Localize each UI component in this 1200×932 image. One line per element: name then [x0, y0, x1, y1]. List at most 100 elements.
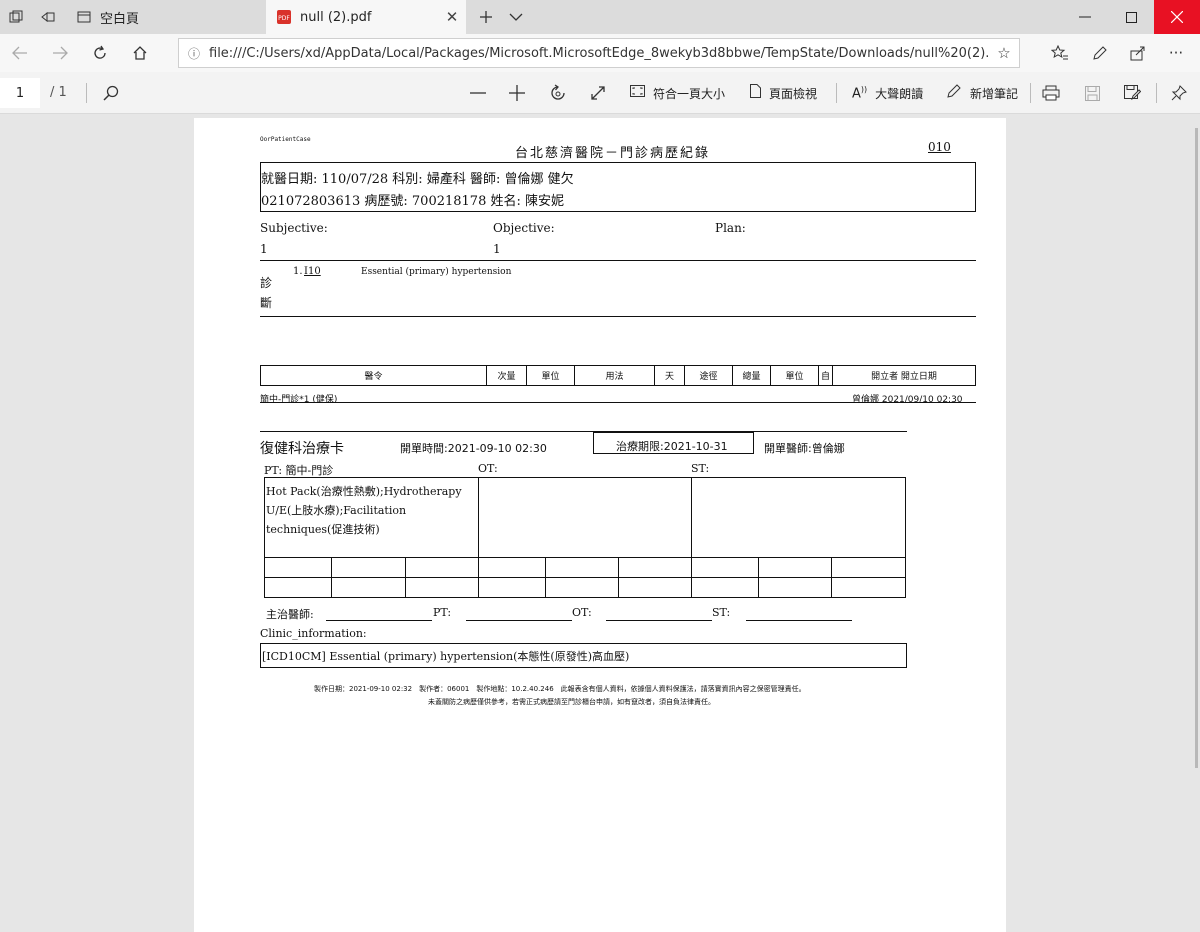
diagnosis-label-1: 診	[260, 276, 273, 290]
fit-page-icon	[630, 85, 645, 101]
more-icon[interactable]: ···	[1160, 37, 1192, 69]
attending-doctor-label: 主治醫師:	[266, 608, 314, 621]
order-header-cell: 開立者 開立日期	[871, 372, 937, 382]
order-table-header: 醫令 次量 單位 用法 天 途徑 總量 單位 自 開立者 開立日期	[260, 365, 976, 386]
pdf-icon: PDF	[276, 9, 292, 25]
divider	[758, 557, 759, 598]
document-title: 台北慈濟醫院－門診病歷紀錄	[515, 146, 711, 161]
order-header-cell: 自	[819, 366, 833, 385]
blank-page-icon	[76, 9, 92, 25]
rehab-card-title: 復健科治療卡	[260, 441, 344, 457]
close-window-icon[interactable]	[1154, 0, 1200, 34]
rotate-icon[interactable]	[543, 78, 573, 108]
order-header-cell: 醫令	[261, 366, 487, 385]
divider	[831, 557, 832, 598]
tab-bar: 空白頁 PDF null (2).pdf ✕	[0, 0, 1200, 34]
web-note-icon[interactable]	[1084, 37, 1116, 69]
maximize-icon[interactable]	[1108, 0, 1154, 34]
minimize-icon[interactable]	[1062, 0, 1108, 34]
fullscreen-icon[interactable]	[583, 78, 613, 108]
forward-icon[interactable]	[44, 37, 76, 69]
tab-preview-chevron-icon[interactable]	[500, 0, 532, 34]
zoom-in-icon[interactable]	[502, 78, 532, 108]
pt-signature-label: PT:	[433, 606, 452, 619]
objective-label: Objective:	[493, 221, 555, 235]
diagnosis-number: 1.	[293, 266, 303, 277]
tab-actions-icon[interactable]	[0, 0, 32, 34]
scrollbar[interactable]	[1195, 128, 1198, 768]
footer-line-1: 製作日期：2021-09-10 02:32 製作者：06001 製作地點：10.…	[314, 685, 806, 693]
add-notes-button[interactable]: 新增筆記	[946, 78, 1018, 108]
page-view-label: 頁面檢視	[769, 86, 818, 101]
share-icon[interactable]	[1122, 37, 1154, 69]
address-field[interactable]: ⓘ file:///C:/Users/xd/AppData/Local/Pack…	[178, 38, 1020, 68]
diagnosis-code: I10	[304, 266, 321, 277]
ot-signature-label: OT:	[572, 606, 592, 619]
pen-icon	[946, 83, 962, 103]
divider	[86, 83, 87, 103]
read-aloud-label: 大聲朗讀	[875, 86, 924, 101]
pdf-toolbar: 1 / 1 符合一頁大小 頁面檢視 A)) 大聲朗讀 新增筆記	[0, 72, 1200, 114]
pt-treatment-line3: techniques(促進技術)	[266, 523, 380, 536]
divider	[331, 557, 332, 598]
divider	[478, 477, 479, 598]
patient-case-code: OorPatientCase	[260, 136, 311, 143]
plan-label: Plan:	[715, 221, 746, 235]
page-total: / 1	[50, 85, 67, 100]
page-view-button[interactable]: 頁面檢視	[750, 78, 817, 108]
pt-treatment-line1: Hot Pack(治療性熱敷);Hydrotherapy	[266, 485, 462, 498]
home-icon[interactable]	[124, 37, 156, 69]
tab-label: null (2).pdf	[300, 9, 372, 25]
order-header-cell: 用法	[575, 366, 655, 385]
order-header-cell: 次量	[487, 366, 527, 385]
zoom-out-icon[interactable]	[463, 78, 493, 108]
divider	[260, 260, 976, 261]
search-icon[interactable]	[96, 78, 126, 108]
favorite-star-icon[interactable]: ☆	[989, 44, 1019, 62]
diagnosis-label-2: 斷	[260, 296, 273, 310]
read-aloud-icon: A))	[852, 84, 868, 102]
tab-pdf[interactable]: PDF null (2).pdf ✕	[266, 0, 466, 34]
favorites-icon[interactable]	[1044, 37, 1076, 69]
order-header-cell: 天	[655, 366, 685, 385]
order-header-cell: 單位	[527, 366, 575, 385]
site-info-icon[interactable]: ⓘ	[179, 45, 209, 62]
page-number-input[interactable]: 1	[0, 78, 40, 108]
divider	[545, 557, 546, 598]
read-aloud-button[interactable]: A)) 大聲朗讀	[852, 78, 923, 108]
objective-value: 1	[493, 242, 501, 256]
subjective-label: Subjective:	[260, 221, 328, 235]
svg-text:PDF: PDF	[278, 15, 290, 22]
set-tabs-aside-icon[interactable]	[32, 0, 64, 34]
pt-label: PT: 簡中-門診	[264, 464, 334, 477]
order-row-item: 簡中-門診*1 (健保)	[260, 395, 338, 405]
save-icon[interactable]	[1077, 78, 1107, 108]
divider	[405, 557, 406, 598]
fit-page-button[interactable]: 符合一頁大小	[630, 78, 725, 108]
pt-treatment-line2: U/E(上肢水療);Facilitation	[266, 504, 407, 517]
refresh-icon[interactable]	[84, 37, 116, 69]
url-text: file:///C:/Users/xd/AppData/Local/Packag…	[209, 45, 989, 61]
ot-label: OT:	[478, 462, 498, 475]
pdf-page: OorPatientCase 台北慈濟醫院－門診病歷紀錄 010 就醫日期: 1…	[194, 118, 1006, 932]
rehab-ordering-doctor: 開單醫師:曾倫娜	[764, 442, 845, 455]
clinic-info-value: [ICD10CM] Essential (primary) hypertensi…	[262, 650, 630, 663]
new-tab-icon[interactable]	[470, 0, 502, 34]
divider	[264, 557, 906, 558]
tab-blank[interactable]: 空白頁	[66, 0, 264, 34]
save-as-icon[interactable]	[1117, 78, 1147, 108]
visit-info-line2: 021072803613 病歷號: 700218178 姓名: 陳安妮	[261, 194, 564, 209]
divider	[260, 431, 907, 432]
signature-line	[326, 620, 432, 621]
unpin-toolbar-icon[interactable]	[1164, 78, 1194, 108]
back-icon[interactable]	[4, 37, 36, 69]
print-icon[interactable]	[1036, 78, 1066, 108]
divider	[1030, 83, 1031, 103]
close-tab-icon[interactable]: ✕	[438, 8, 466, 26]
st-label: ST:	[691, 462, 710, 475]
divider	[836, 83, 837, 103]
divider	[1156, 83, 1157, 103]
rehab-order-time: 開單時間:2021-09-10 02:30	[400, 442, 547, 455]
page-view-icon	[750, 84, 761, 102]
signature-line	[466, 620, 572, 621]
